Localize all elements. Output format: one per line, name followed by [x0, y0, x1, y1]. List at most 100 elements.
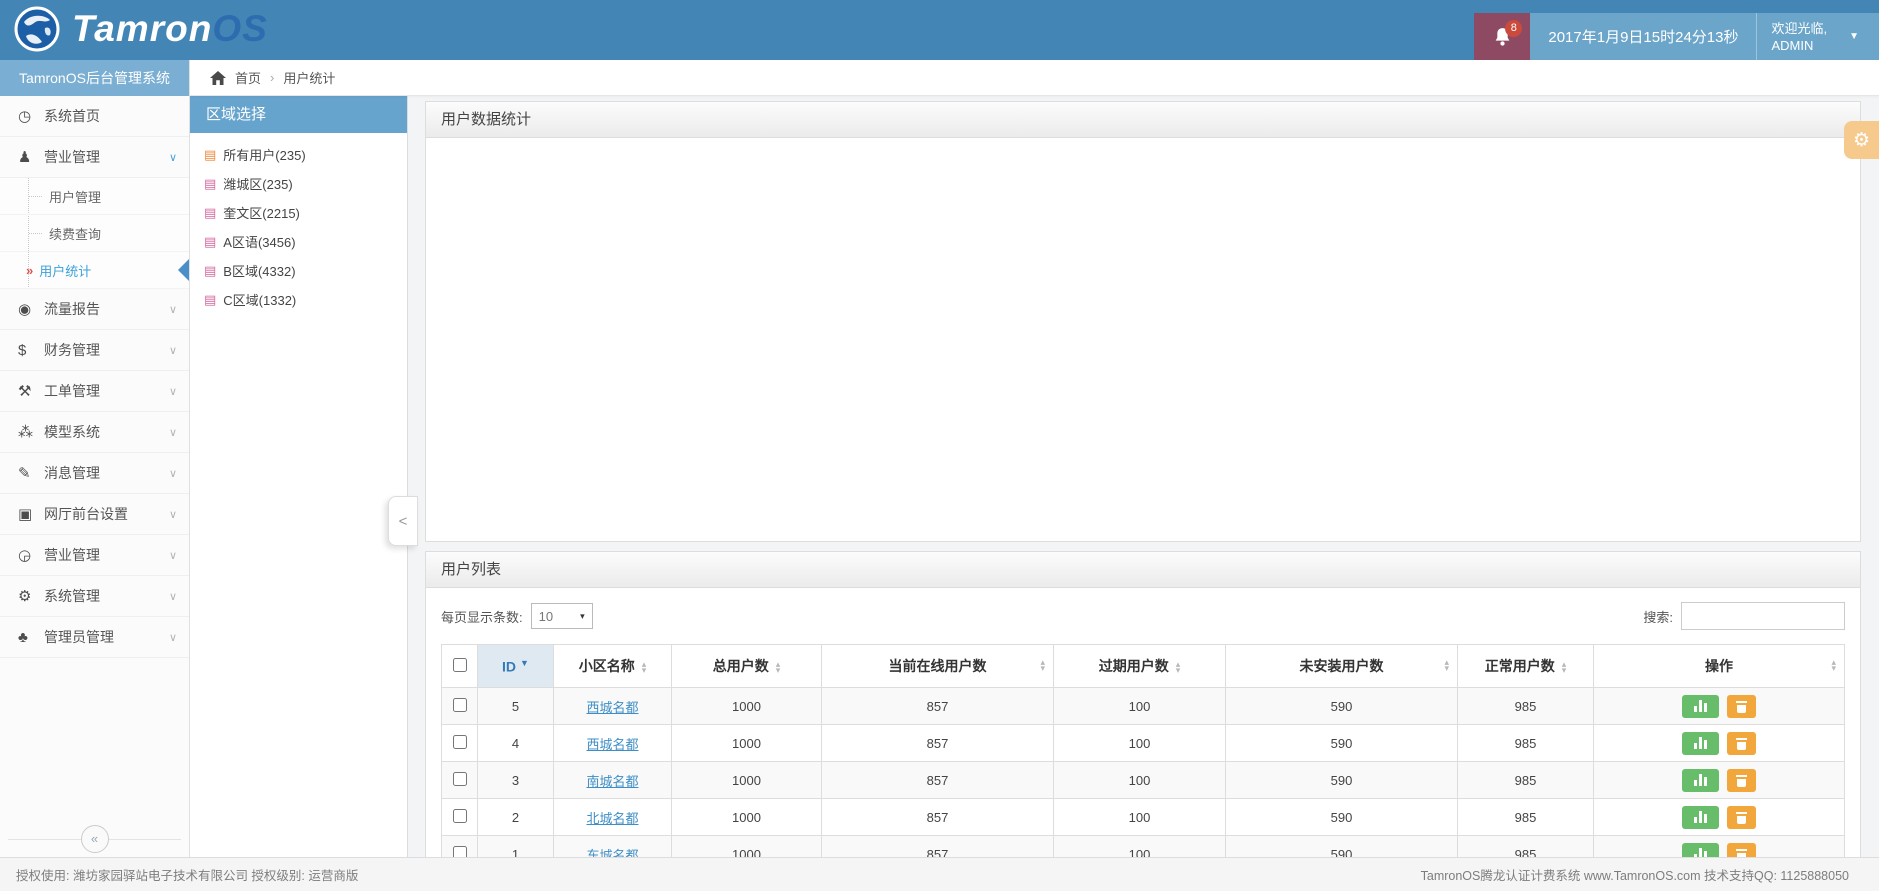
region-item[interactable]: ▤ 奎文区(2215)	[190, 198, 407, 227]
table-header-row: ID ▼ 小区名称 ▴ ▾ 总用户数 ▴ ▾ 当前在线用户数 ▴ ▾ 过期用户数 ▴ ▾ 未安装用户数 ▴ ▾ 正…	[441, 644, 1845, 688]
community-link[interactable]: 东城名都	[586, 848, 638, 858]
cell-online: 857	[821, 761, 1054, 799]
system-title: TamronOS后台管理系统	[0, 60, 189, 96]
row-actions	[1682, 768, 1756, 792]
column-header-id[interactable]: ID ▼	[477, 644, 554, 688]
per-page-label: 每页显示条数:	[441, 609, 523, 625]
bar-chart-icon	[1694, 848, 1707, 857]
sidebar-item-sitemap[interactable]: ⁂ 模型系统 ∨	[0, 412, 189, 453]
chart-button[interactable]	[1682, 805, 1719, 829]
column-header-actions[interactable]: 操作 ▴ ▾	[1593, 644, 1845, 688]
sort-icon: ▴ ▾	[775, 659, 781, 676]
sidebar-item-label: 消息管理	[44, 465, 100, 481]
column-label: ID	[502, 658, 517, 675]
chart-button[interactable]	[1682, 842, 1719, 857]
chart-button[interactable]	[1682, 694, 1719, 718]
notification-button[interactable]: 8	[1474, 13, 1531, 60]
region-item[interactable]: ▤ 所有用户(235)	[190, 140, 407, 169]
search-input[interactable]	[1681, 602, 1845, 630]
chevron-down-icon: ∨	[168, 344, 177, 357]
row-checkbox[interactable]	[452, 808, 467, 823]
cell-select	[441, 687, 478, 725]
sidebar-item-label: 营业管理	[44, 149, 100, 165]
region-collapse-tab[interactable]: <	[388, 496, 418, 546]
settings-gear-button[interactable]: ⚙	[1844, 121, 1879, 159]
cell-name: 西城名都	[553, 687, 672, 725]
cell-name: 东城名都	[553, 835, 672, 858]
cell-uninstalled: 590	[1225, 835, 1458, 857]
cell-id: 5	[477, 687, 554, 725]
sidebar-item-users[interactable]: ♣ 管理员管理 ∨	[0, 617, 189, 658]
column-header-online[interactable]: 当前在线用户数 ▴ ▾	[821, 644, 1054, 688]
region-panel-title: 区域选择	[190, 96, 407, 133]
region-doc-icon: ▤	[204, 146, 217, 162]
cell-id: 1	[477, 835, 554, 857]
delete-button[interactable]	[1727, 694, 1756, 718]
region-item-label: 所有用户(235)	[223, 148, 306, 163]
breadcrumb-home[interactable]: 首页	[235, 68, 261, 87]
region-item[interactable]: ▤ B区域(4332)	[190, 256, 407, 285]
column-label: 过期用户数	[1098, 658, 1169, 674]
cell-select	[441, 761, 478, 799]
column-header-uninstalled[interactable]: 未安装用户数 ▴ ▾	[1225, 644, 1458, 688]
community-link[interactable]: 南城名都	[586, 774, 638, 789]
sidebar-item-desktop[interactable]: ▣ 网厅前台设置 ∨	[0, 494, 189, 535]
chart-button[interactable]	[1682, 731, 1719, 755]
region-doc-icon: ▤	[204, 175, 217, 191]
community-link[interactable]: 北城名都	[586, 811, 638, 826]
column-header-expired[interactable]: 过期用户数 ▴ ▾	[1053, 644, 1226, 688]
region-item[interactable]: ▤ C区域(1332)	[190, 285, 407, 314]
column-header-name[interactable]: 小区名称 ▴ ▾	[553, 644, 672, 688]
user-menu[interactable]: 欢迎光临, ADMIN ▼	[1757, 13, 1879, 60]
column-label: 操作	[1705, 658, 1733, 674]
bar-chart-icon	[1694, 774, 1707, 786]
region-list: ▤ 所有用户(235) ▤ 潍城区(235) ▤ 奎文区(2215) ▤ A区语(3456) ▤…	[190, 133, 407, 314]
cell-normal: 985	[1457, 724, 1594, 762]
cell-select	[441, 798, 478, 836]
sidebar-item-dollar[interactable]: $ 财务管理 ∨	[0, 330, 189, 371]
column-header-normal[interactable]: 正常用户数 ▴ ▾	[1457, 644, 1594, 688]
chart-button[interactable]	[1682, 768, 1719, 792]
delete-button[interactable]	[1727, 805, 1756, 829]
row-actions	[1682, 805, 1756, 829]
sidebar-item-gauge[interactable]: ◶ 营业管理 ∨	[0, 535, 189, 576]
row-checkbox[interactable]	[452, 697, 467, 712]
search-label: 搜索:	[1643, 609, 1673, 625]
user-list-panel: 用户列表 每页显示条数: 10 ▾ 搜索: ID ▼ 小区名称 ▴ ▾ 总用户数 ▴ ▾ 当前在…	[425, 551, 1861, 857]
community-link[interactable]: 西城名都	[586, 700, 638, 715]
chevron-down-icon: ∨	[168, 508, 177, 521]
sidebar-subitem-0[interactable]: 用户管理	[0, 178, 189, 215]
delete-button[interactable]	[1727, 731, 1756, 755]
cell-online: 857	[821, 835, 1054, 857]
sidebar-item-wrench[interactable]: ⚒ 工单管理 ∨	[0, 371, 189, 412]
row-checkbox[interactable]	[452, 771, 467, 786]
select-all-checkbox[interactable]	[452, 657, 467, 672]
row-checkbox[interactable]	[452, 845, 467, 857]
delete-button[interactable]	[1727, 768, 1756, 792]
sidebar-item-gears[interactable]: ⚙ 系统管理 ∨	[0, 576, 189, 617]
sidebar-collapse-button[interactable]: «	[80, 825, 109, 853]
column-header-total[interactable]: 总用户数 ▴ ▾	[671, 644, 822, 688]
sidebar-item-dashboard[interactable]: ◷ 系统首页	[0, 96, 189, 137]
delete-button[interactable]	[1727, 842, 1756, 857]
region-item[interactable]: ▤ 潍城区(235)	[190, 169, 407, 198]
sidebar-item-user[interactable]: ♟ 营业管理 ∨	[0, 137, 189, 178]
per-page-select[interactable]: 10 ▾	[530, 603, 593, 629]
sidebar-subitem-1[interactable]: 续费查询	[0, 215, 189, 252]
cell-total: 1000	[671, 724, 822, 762]
signal-icon: ◉	[18, 301, 32, 318]
row-checkbox[interactable]	[452, 734, 467, 749]
chevron-down-icon: ∨	[168, 303, 177, 316]
sidebar-subitem-2[interactable]: » 用户统计	[0, 252, 189, 289]
community-link[interactable]: 西城名都	[586, 737, 638, 752]
notification-badge: 8	[1505, 20, 1523, 37]
region-panel: 区域选择 ▤ 所有用户(235) ▤ 潍城区(235) ▤ 奎文区(2215) ▤ A区语(3…	[190, 96, 408, 857]
sidebar-item-edit[interactable]: ✎ 消息管理 ∨	[0, 453, 189, 494]
cell-select	[441, 724, 478, 762]
sidebar-item-signal[interactable]: ◉ 流量报告 ∨	[0, 289, 189, 330]
bar-chart-icon	[1694, 737, 1707, 749]
cell-name: 北城名都	[553, 798, 672, 836]
region-item[interactable]: ▤ A区语(3456)	[190, 227, 407, 256]
sidebar-item-label: 系统首页	[44, 108, 100, 124]
cell-actions	[1593, 687, 1845, 725]
